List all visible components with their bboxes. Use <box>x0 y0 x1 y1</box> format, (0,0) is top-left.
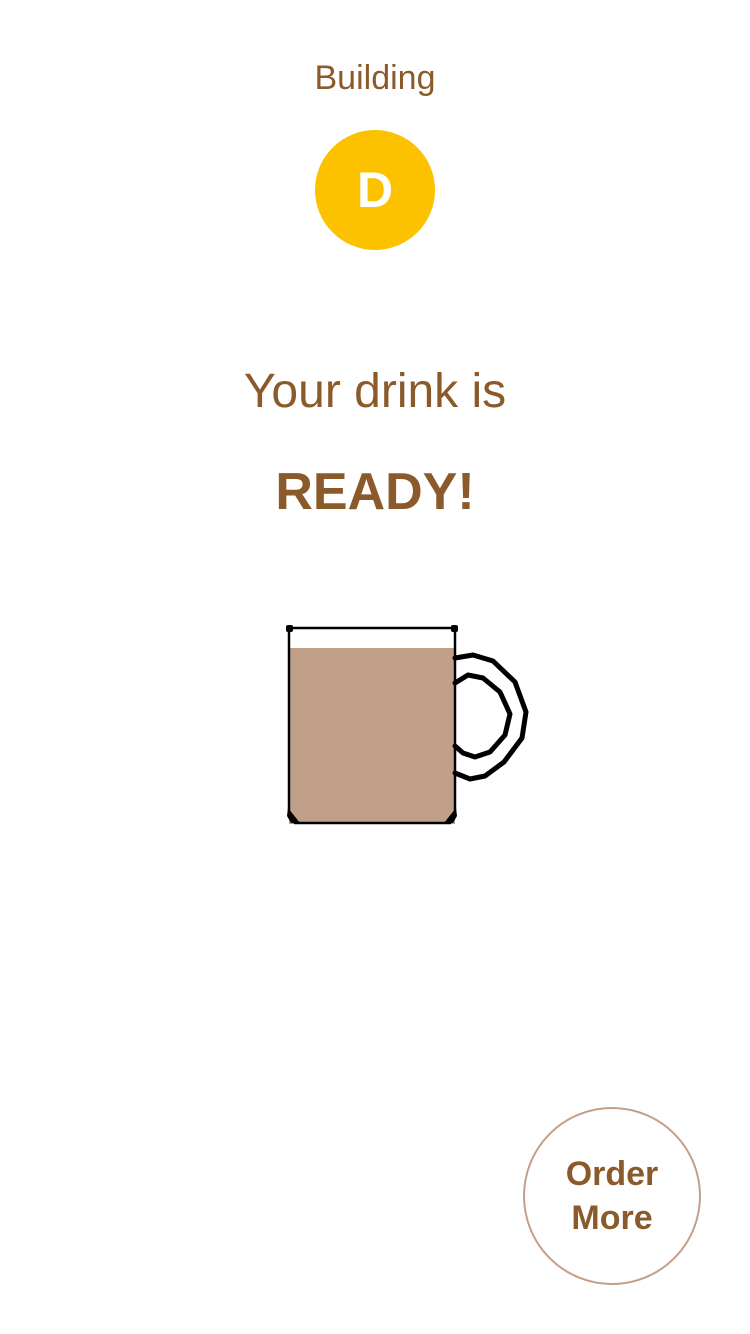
coffee-mug-icon <box>286 625 529 825</box>
building-letter: D <box>356 162 394 218</box>
order-more-label: Order More <box>565 1155 659 1237</box>
status-message: Your drink is <box>243 365 507 418</box>
building-label: Building <box>314 59 436 97</box>
order-more-button[interactable]: Order More <box>523 1107 701 1285</box>
building-badge: D <box>315 130 435 250</box>
status-ready: READY! <box>275 463 475 521</box>
